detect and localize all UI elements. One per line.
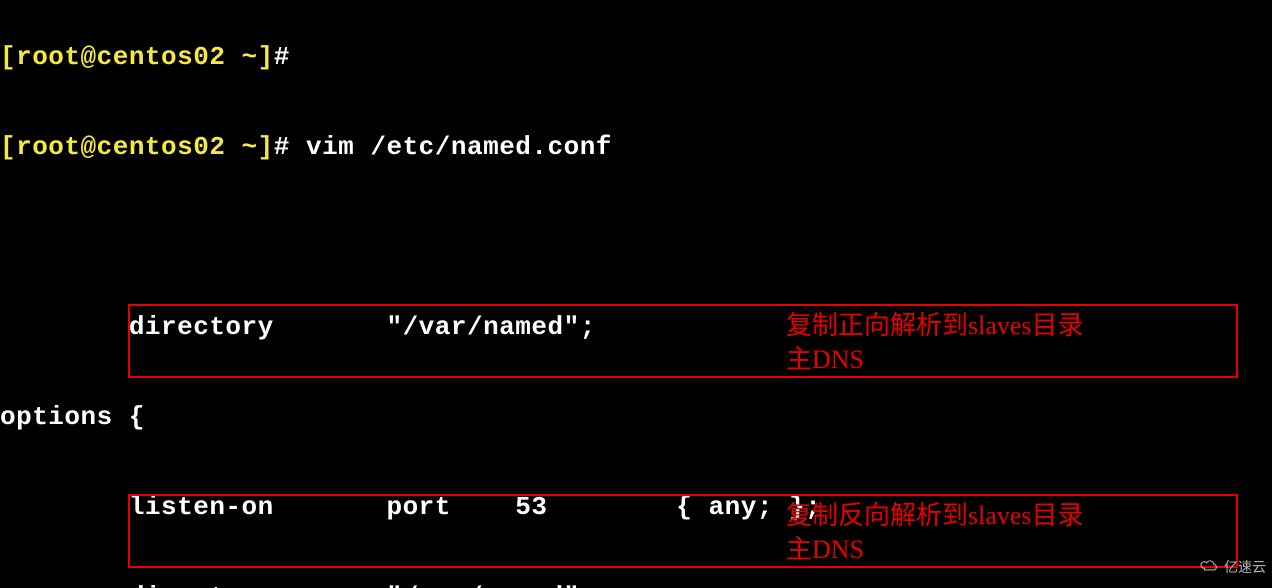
annotation-text-reverse-line2: 主DNS (786, 534, 864, 566)
prompt-line-partial: [root@centos02 ~]# (0, 42, 821, 72)
cloud-icon (1198, 552, 1220, 582)
watermark: 亿速云 (1198, 552, 1266, 582)
annotation-text-forward-line2: 主DNS (786, 344, 864, 376)
blank-line (0, 222, 821, 252)
command-text: vim /etc/named.conf (290, 132, 612, 162)
prompt-user: [root@centos02 ~] (0, 132, 274, 162)
prompt-hash: # (274, 42, 290, 72)
config-line: options { (0, 402, 821, 432)
watermark-text: 亿速云 (1224, 552, 1266, 582)
annotation-text-reverse-line1: 复制反向解析到slaves目录 (786, 500, 1084, 532)
prompt-hash: # (274, 132, 290, 162)
config-line: directory "/var/named"; (0, 582, 821, 588)
prompt-line: [root@centos02 ~]# vim /etc/named.conf (0, 132, 821, 162)
prompt-user: [root@centos02 ~] (0, 42, 274, 72)
annotation-text-forward-line1: 复制正向解析到slaves目录 (786, 310, 1084, 342)
